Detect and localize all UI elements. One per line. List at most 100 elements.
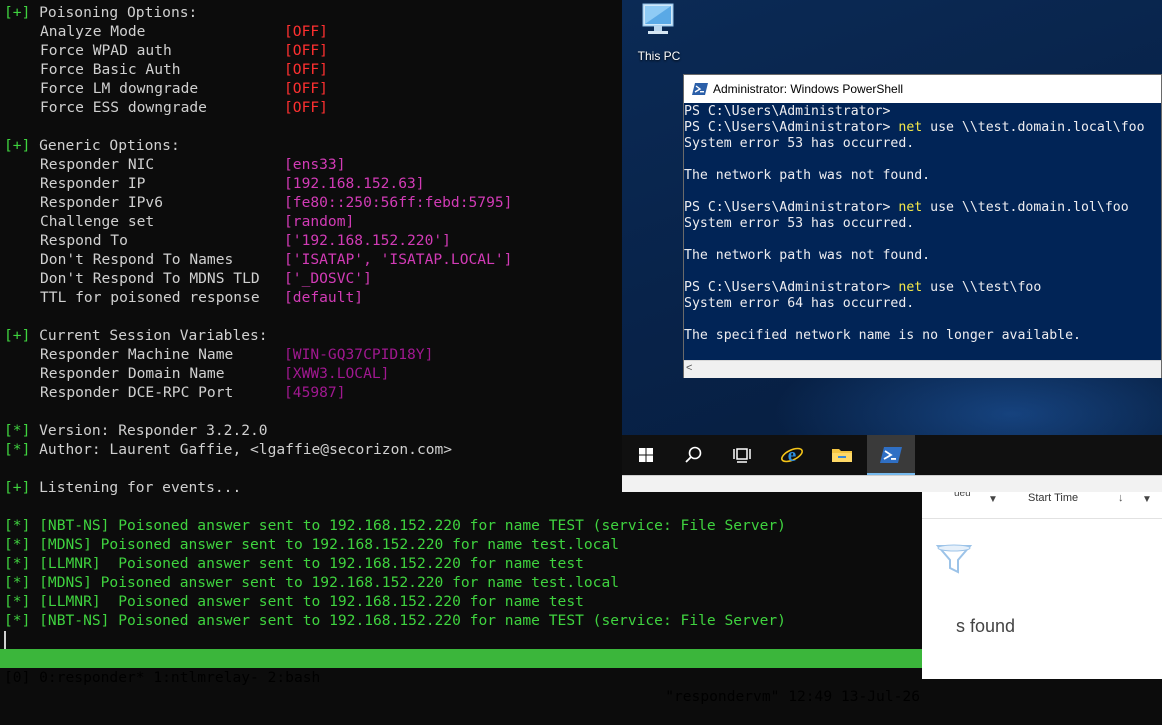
console-text: System error 64 has occurred. bbox=[684, 296, 915, 311]
option-label: Force ESS downgrade bbox=[40, 99, 207, 116]
search-icon bbox=[685, 446, 702, 463]
console-command: net bbox=[898, 200, 923, 215]
option-value: [OFF] bbox=[284, 42, 328, 59]
svg-text:e: e bbox=[788, 445, 796, 466]
console-text: The network path was not found. bbox=[684, 248, 931, 263]
option-label: Force LM downgrade bbox=[40, 80, 199, 97]
filter-icon[interactable]: ▼ bbox=[988, 494, 998, 505]
section-marker: [*] bbox=[4, 441, 31, 458]
powershell-line: The network path was not found. bbox=[684, 248, 930, 264]
powershell-window-title: Administrator: Windows PowerShell bbox=[713, 82, 904, 96]
powershell-line: PS C:\Users\Administrator> net use \\tes… bbox=[684, 280, 1041, 296]
option-label: Analyze Mode bbox=[40, 23, 146, 40]
console-text: PS C:\Users\Administrator> bbox=[684, 280, 899, 295]
powershell-line: The network path was not found. bbox=[684, 168, 930, 184]
poison-event-line: [*] [MDNS] Poisoned answer sent to 192.1… bbox=[4, 574, 620, 591]
header-divider bbox=[922, 518, 1162, 519]
horizontal-scrollbar[interactable]: < bbox=[684, 360, 1161, 378]
option-value: ['_DOSVC'] bbox=[284, 270, 372, 287]
tmux-window-list[interactable]: [0] 0:responder* 1:ntlmrelay- 2:bash bbox=[4, 668, 320, 687]
window-edge bbox=[622, 475, 1162, 492]
filter-icon[interactable]: ▼ bbox=[1142, 494, 1152, 505]
powershell-window[interactable]: Administrator: Windows PowerShell PS C:\… bbox=[683, 74, 1162, 378]
option-label: Force WPAD auth bbox=[40, 42, 172, 59]
option-label: TTL for poisoned response bbox=[40, 289, 260, 306]
file-explorer-icon bbox=[832, 449, 852, 462]
internet-explorer-icon: e bbox=[781, 445, 803, 466]
column-header-start-time[interactable]: Start Time bbox=[1028, 492, 1078, 504]
option-value: [OFF] bbox=[284, 99, 328, 116]
tmux-host-clock: "respondervm" 12:49 13-Jul-26 bbox=[665, 688, 920, 705]
version-line: [*] Version: Responder 3.2.2.0 bbox=[4, 421, 268, 440]
option-value: [192.168.152.63] bbox=[284, 175, 425, 192]
windows-desktop: This PC Administrator: Windows PowerShel… bbox=[622, 0, 1162, 492]
start-button[interactable] bbox=[622, 435, 670, 475]
section-marker: [*] bbox=[4, 422, 31, 439]
internet-explorer-button[interactable]: e bbox=[768, 435, 816, 475]
option-label: Force Basic Auth bbox=[40, 61, 181, 78]
generic-options-header: [+] Generic Options: bbox=[4, 136, 180, 155]
option-value: ['ISATAP', 'ISATAP.LOCAL'] bbox=[284, 251, 513, 268]
this-pc-icon bbox=[642, 3, 674, 34]
powershell-icon bbox=[880, 447, 902, 463]
session-variables-header: [+] Current Session Variables: bbox=[4, 326, 268, 345]
poison-event-line: [*] [NBT-NS] Poisoned answer sent to 192… bbox=[4, 517, 786, 534]
section-title: Current Session Variables: bbox=[30, 327, 268, 344]
file-explorer-button[interactable] bbox=[818, 435, 866, 475]
desktop-icon-this-pc[interactable]: This PC bbox=[632, 2, 686, 63]
author-line: [*] Author: Laurent Gaffie, <lgaffie@sec… bbox=[4, 440, 452, 459]
poison-event-line: [*] [LLMNR] Poisoned answer sent to 192.… bbox=[4, 555, 584, 572]
powershell-icon bbox=[692, 83, 708, 95]
option-value: ['192.168.152.220'] bbox=[284, 232, 451, 249]
sort-arrow-down-icon[interactable]: ↓ bbox=[1118, 492, 1124, 504]
section-title: Generic Options: bbox=[30, 137, 180, 154]
console-text: PS C:\Users\Administrator> bbox=[684, 104, 891, 119]
option-label: Responder Domain Name bbox=[40, 365, 225, 382]
option-value: [OFF] bbox=[284, 61, 328, 78]
section-marker: [+] bbox=[4, 4, 31, 21]
option-label: Responder IP bbox=[40, 175, 146, 192]
console-argument: use \\test.domain.local\foo bbox=[922, 120, 1145, 135]
option-label: Responder Machine Name bbox=[40, 346, 234, 363]
powershell-line: System error 53 has occurred. bbox=[684, 136, 914, 152]
option-value: [OFF] bbox=[284, 80, 328, 97]
console-text: System error 53 has occurred. bbox=[684, 136, 915, 151]
task-view-button[interactable] bbox=[718, 435, 766, 475]
terminal-cursor bbox=[4, 631, 6, 649]
console-command: net bbox=[898, 120, 923, 135]
powershell-line: System error 53 has occurred. bbox=[684, 216, 914, 232]
option-label: Respond To bbox=[40, 232, 128, 249]
tmux-status-bar: [0] 0:responder* 1:ntlmrelay- 2:bash "re… bbox=[0, 649, 922, 705]
section-title: Author: Laurent Gaffie, <lgaffie@secoriz… bbox=[30, 441, 453, 458]
section-marker: [+] bbox=[4, 137, 31, 154]
powershell-line: System error 64 has occurred. bbox=[684, 296, 914, 312]
powershell-line: The specified network name is no longer … bbox=[684, 328, 1081, 344]
console-command: net bbox=[898, 280, 923, 295]
option-label: Challenge set bbox=[40, 213, 155, 230]
section-title: Listening for events... bbox=[30, 479, 242, 496]
powershell-titlebar[interactable]: Administrator: Windows PowerShell bbox=[684, 75, 1161, 103]
empty-state-message: s found bbox=[956, 616, 1016, 636]
powershell-line: PS C:\Users\Administrator> net use \\tes… bbox=[684, 120, 1145, 136]
powershell-console[interactable]: PS C:\Users\Administrator> PS C:\Users\Ad… bbox=[684, 103, 1161, 360]
option-label: Responder NIC bbox=[40, 156, 155, 173]
option-value: [XWW3.LOCAL] bbox=[284, 365, 390, 382]
poison-event-line: [*] [LLMNR] Poisoned answer sent to 192.… bbox=[4, 593, 584, 610]
search-button[interactable] bbox=[670, 435, 718, 475]
listening-line: [+] Listening for events... bbox=[4, 478, 241, 497]
powershell-taskbar-button[interactable] bbox=[867, 435, 915, 475]
option-label: Responder IPv6 bbox=[40, 194, 164, 211]
console-text: The specified network name is no longer … bbox=[684, 328, 1081, 343]
scroll-left-icon[interactable]: < bbox=[686, 362, 692, 374]
task-view-icon bbox=[733, 448, 751, 463]
console-text: System error 53 has occurred. bbox=[684, 216, 915, 231]
powershell-line: PS C:\Users\Administrator> net use \\tes… bbox=[684, 200, 1129, 216]
option-value: [default] bbox=[284, 289, 364, 306]
console-argument: use \\test\foo bbox=[922, 280, 1042, 295]
console-argument: use \\test.domain.lol\foo bbox=[922, 200, 1129, 215]
option-label: Don't Respond To Names bbox=[40, 251, 234, 268]
poison-event-line: [*] [NBT-NS] Poisoned answer sent to 192… bbox=[4, 612, 786, 629]
powershell-line: PS C:\Users\Administrator> bbox=[684, 104, 890, 120]
this-pc-label: This PC bbox=[637, 49, 681, 63]
option-value: [WIN-GQ37CPID18Y] bbox=[284, 346, 434, 363]
